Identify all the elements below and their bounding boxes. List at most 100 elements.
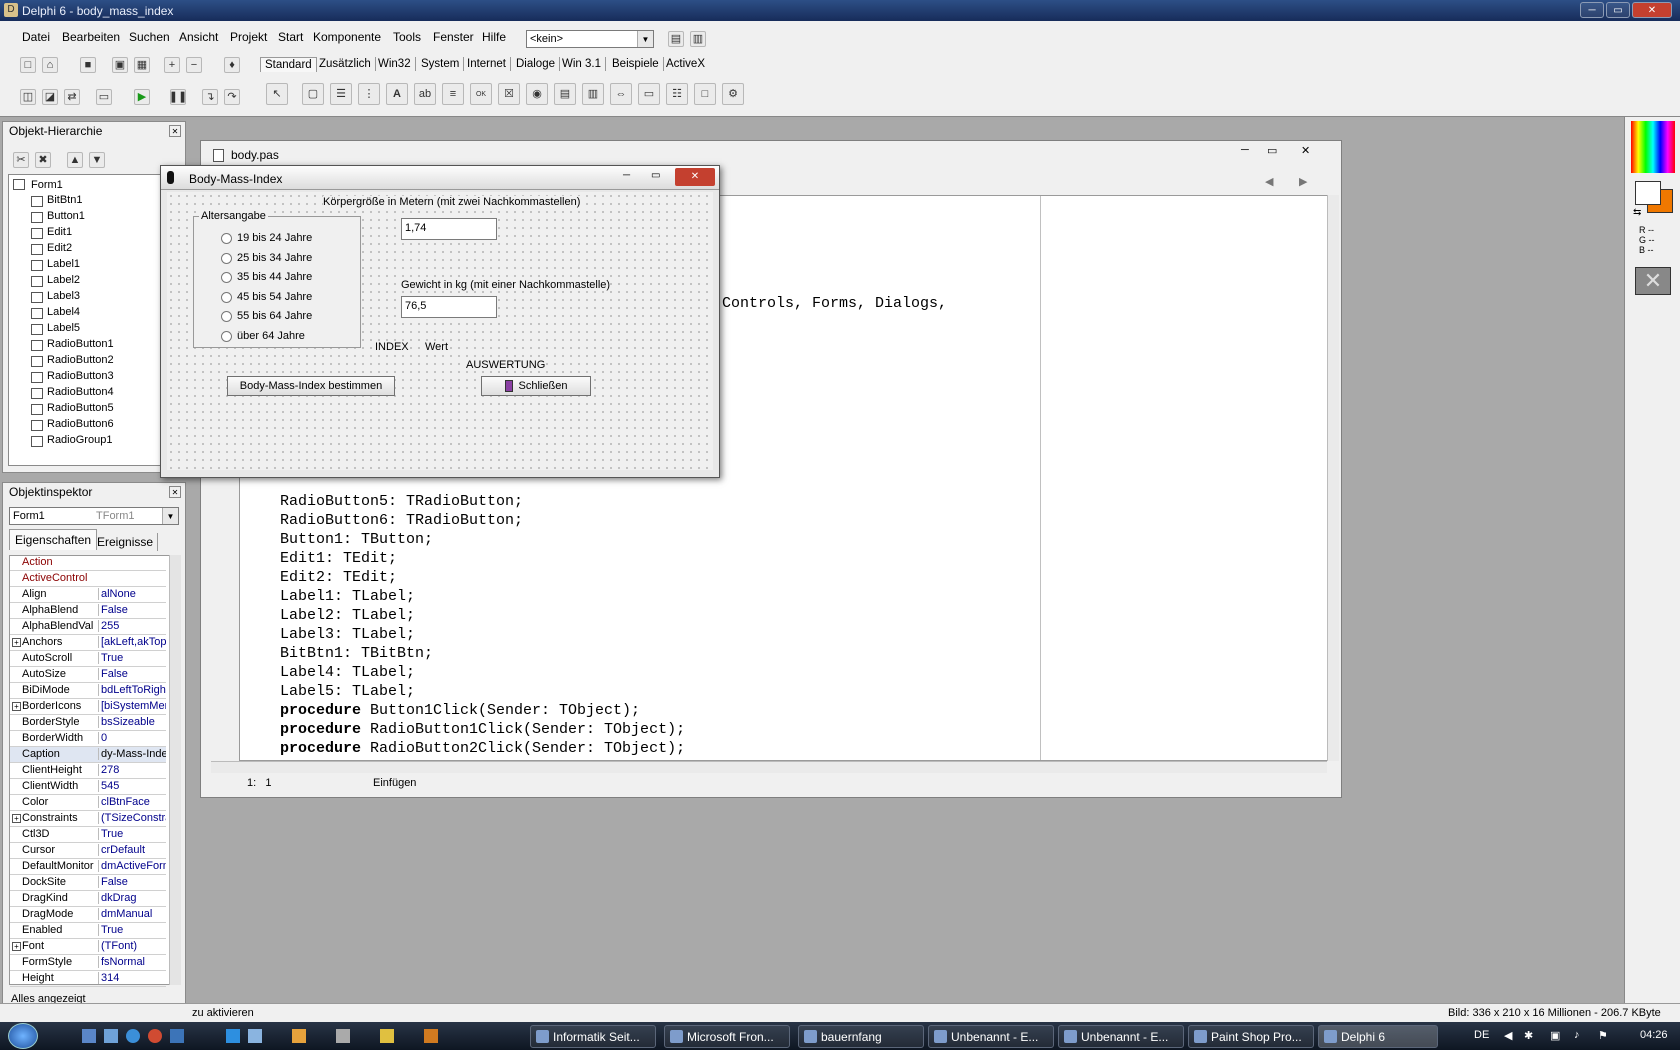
quicklaunch-app-icon[interactable] bbox=[424, 1029, 438, 1043]
frame-icon[interactable]: ▢ bbox=[302, 83, 324, 105]
tree-item[interactable]: RadioButton5 bbox=[47, 402, 114, 414]
inspector-row[interactable]: BorderStyle bsSizeable bbox=[10, 715, 166, 731]
actionlist-icon[interactable]: ⚙ bbox=[722, 83, 744, 105]
property-value[interactable]: 545 bbox=[98, 780, 166, 792]
tree-item[interactable]: Button1 bbox=[47, 210, 85, 222]
quicklaunch-app-icon[interactable] bbox=[336, 1029, 350, 1043]
menu-start[interactable]: Start bbox=[278, 30, 303, 44]
button-icon[interactable]: OK bbox=[470, 83, 492, 105]
tab-internet[interactable]: Internet bbox=[463, 57, 511, 71]
inspector-row[interactable]: AutoSize False bbox=[10, 667, 166, 683]
set-debug-desktop-icon[interactable]: ▥ bbox=[690, 31, 706, 47]
chevron-down-icon[interactable]: ▼ bbox=[162, 508, 178, 524]
taskbar-button[interactable]: Unbenannt - E... bbox=[928, 1025, 1054, 1048]
new-form-icon[interactable]: ▭ bbox=[96, 89, 112, 105]
tab-zusaetzlich[interactable]: Zusätzlich bbox=[315, 57, 376, 71]
property-value[interactable]: dkDrag bbox=[98, 892, 166, 904]
open-project-icon[interactable]: ▦ bbox=[134, 57, 150, 73]
tab-beispiele[interactable]: Beispiele bbox=[608, 57, 664, 71]
tree-item[interactable]: Label2 bbox=[47, 274, 80, 286]
inspector-row[interactable]: Caption dy-Mass-Index bbox=[10, 747, 166, 763]
nav-back-icon[interactable]: ◀ bbox=[1265, 175, 1273, 188]
tab-eigenschaften[interactable]: Eigenschaften bbox=[9, 529, 98, 550]
close-button[interactable]: ✕ bbox=[1301, 144, 1310, 157]
quicklaunch-ie-icon[interactable] bbox=[126, 1029, 140, 1043]
trace-into-icon[interactable]: ↴ bbox=[202, 89, 218, 105]
inspector-row[interactable]: DockSite False bbox=[10, 875, 166, 891]
taskbar-button[interactable]: Delphi 6 bbox=[1318, 1025, 1438, 1048]
tree-item[interactable]: Edit2 bbox=[47, 242, 72, 254]
foreground-color-swatch[interactable] bbox=[1635, 181, 1661, 205]
inspector-row[interactable]: BiDiMode bdLeftToRight bbox=[10, 683, 166, 699]
tree-item[interactable]: Label3 bbox=[47, 290, 80, 302]
tab-system[interactable]: System bbox=[417, 57, 465, 71]
tree-item[interactable]: BitBtn1 bbox=[47, 194, 82, 206]
quicklaunch-desktop-icon[interactable] bbox=[82, 1029, 96, 1043]
property-value[interactable]: clBtnFace bbox=[98, 796, 166, 808]
radiogroup-icon[interactable]: ☷ bbox=[666, 83, 688, 105]
close-button[interactable]: ✕ bbox=[675, 168, 715, 186]
combobox-icon[interactable]: ▥ bbox=[582, 83, 604, 105]
property-value[interactable]: True bbox=[98, 924, 166, 936]
remove-file-icon[interactable]: − bbox=[186, 57, 202, 73]
nav-forward-icon[interactable]: ▶ bbox=[1299, 175, 1307, 188]
taskbar-button[interactable]: Microsoft Fron... bbox=[664, 1025, 790, 1048]
tray-security-icon[interactable]: ⚑ bbox=[1598, 1029, 1608, 1042]
pause-icon[interactable]: ❚❚ bbox=[169, 89, 187, 105]
tree-item[interactable]: RadioGroup1 bbox=[47, 434, 112, 446]
quicklaunch-app-icon[interactable] bbox=[292, 1029, 306, 1043]
inspector-row[interactable]: FormStyle fsNormal bbox=[10, 955, 166, 971]
property-value[interactable]: False bbox=[98, 668, 166, 680]
inspector-row[interactable]: Height 314 bbox=[10, 971, 166, 987]
tab-win31[interactable]: Win 3.1 bbox=[558, 57, 606, 71]
expand-plus-icon[interactable]: + bbox=[12, 638, 21, 647]
inspector-row[interactable]: ClientHeight 278 bbox=[10, 763, 166, 779]
run-icon[interactable]: ▶ bbox=[134, 89, 150, 105]
taskbar-button[interactable]: Unbenannt - E... bbox=[1058, 1025, 1184, 1048]
property-value[interactable]: (TFont) bbox=[98, 940, 166, 952]
property-value[interactable]: (TSizeConstra bbox=[98, 812, 166, 824]
tree-item[interactable]: RadioButton6 bbox=[47, 418, 114, 430]
add-file-icon[interactable]: + bbox=[164, 57, 180, 73]
tray-app-icon[interactable]: ✱ bbox=[1524, 1029, 1533, 1042]
tab-dialoge[interactable]: Dialoge bbox=[512, 57, 560, 71]
tree-item[interactable]: Edit1 bbox=[47, 226, 72, 238]
pointer-icon[interactable]: ↖ bbox=[266, 83, 288, 105]
close-button[interactable]: ✕ bbox=[1632, 2, 1672, 18]
minimize-button[interactable]: ─ bbox=[623, 170, 630, 181]
memo-icon[interactable]: ≡ bbox=[442, 83, 464, 105]
tree-item[interactable]: Label4 bbox=[47, 306, 80, 318]
editor-tab-body-pas[interactable]: body.pas bbox=[231, 148, 279, 162]
property-value[interactable]: 0 bbox=[98, 732, 166, 744]
start-orb-icon[interactable] bbox=[8, 1023, 38, 1049]
tab-ereignisse[interactable]: Ereignisse bbox=[93, 533, 159, 551]
menu-projekt[interactable]: Projekt bbox=[230, 30, 267, 44]
tab-win32[interactable]: Win32 bbox=[374, 57, 416, 71]
property-value[interactable]: 255 bbox=[98, 620, 166, 632]
calc-bmi-button[interactable]: Body-Mass-Index bestimmen bbox=[227, 376, 395, 396]
inspector-object-combo[interactable]: Form1 TForm1 ▼ bbox=[9, 507, 179, 525]
height-edit[interactable]: 1,74 bbox=[401, 218, 497, 240]
property-value[interactable]: 314 bbox=[98, 972, 166, 984]
view-unit-icon[interactable]: ◫ bbox=[20, 89, 36, 105]
edit-icon[interactable]: ab bbox=[414, 83, 436, 105]
property-value[interactable]: alNone bbox=[98, 588, 166, 600]
inspector-row[interactable]: DefaultMonitor dmActiveForm bbox=[10, 859, 166, 875]
property-value[interactable]: False bbox=[98, 604, 166, 616]
inspector-row[interactable]: Enabled True bbox=[10, 923, 166, 939]
inspector-row[interactable]: DragKind dkDrag bbox=[10, 891, 166, 907]
tree-item[interactable]: RadioButton4 bbox=[47, 386, 114, 398]
tree-item[interactable]: Label1 bbox=[47, 258, 80, 270]
label-icon[interactable]: A bbox=[386, 83, 408, 105]
mainmenu-icon[interactable]: ☰ bbox=[330, 83, 352, 105]
desktop-config-combo[interactable]: <kein> ▼ bbox=[526, 30, 654, 48]
texture-swatch[interactable]: ✕ bbox=[1635, 267, 1671, 295]
property-value[interactable]: bsSizeable bbox=[98, 716, 166, 728]
editor-vscrollbar[interactable] bbox=[1327, 195, 1339, 761]
property-value[interactable]: bdLeftToRight bbox=[98, 684, 166, 696]
expand-plus-icon[interactable]: + bbox=[12, 942, 21, 951]
quicklaunch-app-icon[interactable] bbox=[248, 1029, 262, 1043]
cut-icon[interactable]: ✂ bbox=[13, 152, 29, 168]
quicklaunch-chrome-icon[interactable] bbox=[148, 1029, 162, 1043]
inspector-row[interactable]: Cursor crDefault bbox=[10, 843, 166, 859]
